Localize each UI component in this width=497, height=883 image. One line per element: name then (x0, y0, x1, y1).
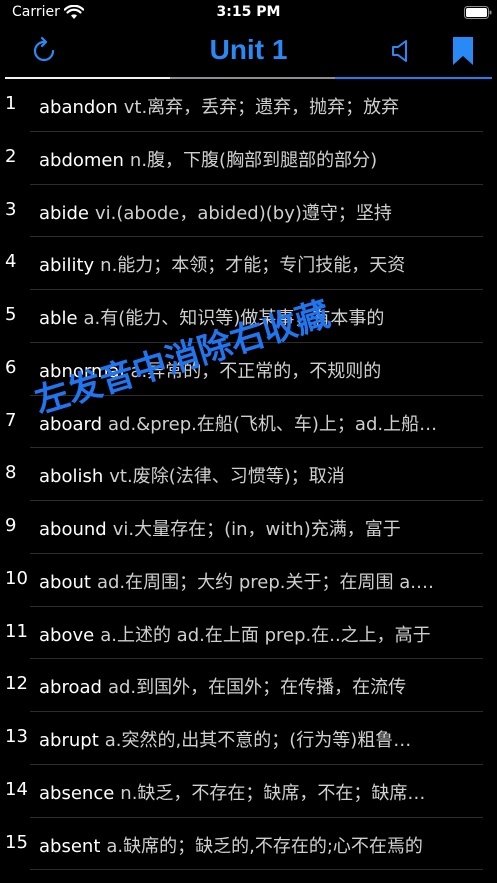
word-definition: n.缺乏，不存在；缺席，不在；缺席… (120, 782, 426, 804)
row-number: 3 (5, 198, 17, 220)
word-definition: a.缺席的；缺乏的,不存在的;心不在焉的 (106, 835, 423, 857)
row-number: 7 (5, 409, 17, 431)
row-number: 11 (5, 620, 28, 642)
word-row[interactable]: 4 ability n.能力；本领；才能；专门技能，天资 (0, 237, 497, 290)
word-row[interactable]: 1 abandon vt.离弃，丢弃；遗弃，抛弃；放弃 (0, 79, 497, 132)
bookmark-icon[interactable] (452, 36, 474, 66)
word-definition: a.突然的,出其不意的；(行为等)粗鲁… (104, 730, 412, 751)
speaker-icon[interactable] (390, 38, 414, 64)
word-definition: vt.离弃，丢弃；遗弃，抛弃；放弃 (123, 97, 400, 118)
status-time: 3:15 PM (216, 4, 281, 20)
page-title: Unit 1 (209, 34, 288, 65)
word-row[interactable]: 11 above a.上述的 ad.在上面 prep.在..之上，高于 (0, 607, 497, 660)
word-term: abnormal (39, 360, 125, 382)
row-number: 12 (5, 673, 28, 695)
word-definition: n.能力；本领；才能；专门技能，天资 (100, 255, 406, 277)
word-row[interactable]: 7 aboard ad.&prep.在船(飞机、车)上；ad.上船… (0, 396, 497, 449)
word-definition: vi.大量存在；(in，with)充满，富于 (112, 519, 401, 540)
word-definition: a.异常的，不正常的，不规则的 (130, 360, 382, 382)
word-definition: ad.到国外，在国外；在传播，在流传 (107, 677, 407, 699)
word-definition: a.上述的 ad.在上面 prep.在..之上，高于 (100, 624, 431, 646)
row-number: 13 (5, 726, 28, 747)
word-term: ability (39, 255, 95, 277)
row-number: 8 (5, 462, 17, 484)
word-term: abandon (39, 97, 118, 118)
word-row[interactable]: 12 abroad ad.到国外，在国外；在传播，在流传 (0, 659, 497, 712)
word-term: above (39, 624, 95, 646)
word-term: abrupt (39, 730, 99, 751)
row-number: 6 (5, 356, 17, 378)
word-row[interactable]: 8 abolish vt.废除(法律、习惯等)；取消 (0, 448, 497, 501)
word-row[interactable]: 13 abrupt a.突然的,出其不意的；(行为等)粗鲁… (0, 712, 497, 765)
word-row[interactable]: 6 abnormal a.异常的，不正常的，不规则的 (0, 343, 497, 396)
row-number: 10 (5, 567, 28, 589)
row-number: 4 (5, 251, 17, 273)
word-definition: ad.&prep.在船(飞机、车)上；ad.上船… (108, 413, 438, 435)
word-row[interactable]: 5 able a.有(能力、知识等)做某事，有本事的 (0, 290, 497, 343)
word-term: aboard (39, 413, 103, 435)
word-row[interactable]: 9 abound vi.大量存在；(in，with)充满，富于 (0, 501, 497, 554)
status-bar: Carrier 3:15 PM (0, 0, 497, 26)
word-row[interactable]: 15 absent a.缺席的；缺乏的,不存在的;心不在焉的 (0, 818, 497, 871)
word-row[interactable]: 2 abdomen n.腹，下腹(胸部到腿部的部分) (0, 132, 497, 185)
row-number: 1 (5, 93, 17, 114)
nav-bar: Unit 1 (5, 26, 492, 78)
row-number: 5 (5, 304, 17, 325)
row-number: 2 (5, 145, 17, 167)
word-term: abdomen (39, 149, 124, 171)
word-definition: vi.(abode，abided)(by)遵守；坚持 (94, 202, 392, 224)
word-definition: a.有(能力、知识等)做某事，有本事的 (83, 308, 385, 329)
word-term: abolish (39, 466, 104, 488)
word-term: able (39, 308, 78, 329)
word-definition: n.腹，下腹(胸部到腿部的部分) (129, 149, 378, 171)
battery-icon (464, 6, 492, 19)
word-term: about (39, 571, 91, 593)
word-row[interactable]: 10 about ad.在周围；大约 prep.关于；在周围 a.… (0, 554, 497, 607)
word-term: abound (39, 519, 107, 540)
word-term: absent (39, 835, 101, 857)
word-row[interactable]: 3 abide vi.(abode，abided)(by)遵守；坚持 (0, 185, 497, 238)
word-term: abide (39, 202, 89, 224)
row-number: 15 (5, 831, 28, 853)
row-number: 14 (5, 778, 28, 800)
word-definition: ad.在周围；大约 prep.关于；在周围 a.… (96, 571, 434, 593)
word-definition: vt.废除(法律、习惯等)；取消 (109, 466, 345, 488)
word-term: absence (39, 782, 115, 804)
word-row[interactable]: 14 absence n.缺乏，不存在；缺席，不在；缺席… (0, 765, 497, 818)
row-number: 9 (5, 515, 17, 536)
word-list: 1 abandon vt.离弃，丢弃；遗弃，抛弃；放弃 2 abdomen n.腹，… (0, 79, 497, 871)
word-term: abroad (39, 677, 102, 699)
